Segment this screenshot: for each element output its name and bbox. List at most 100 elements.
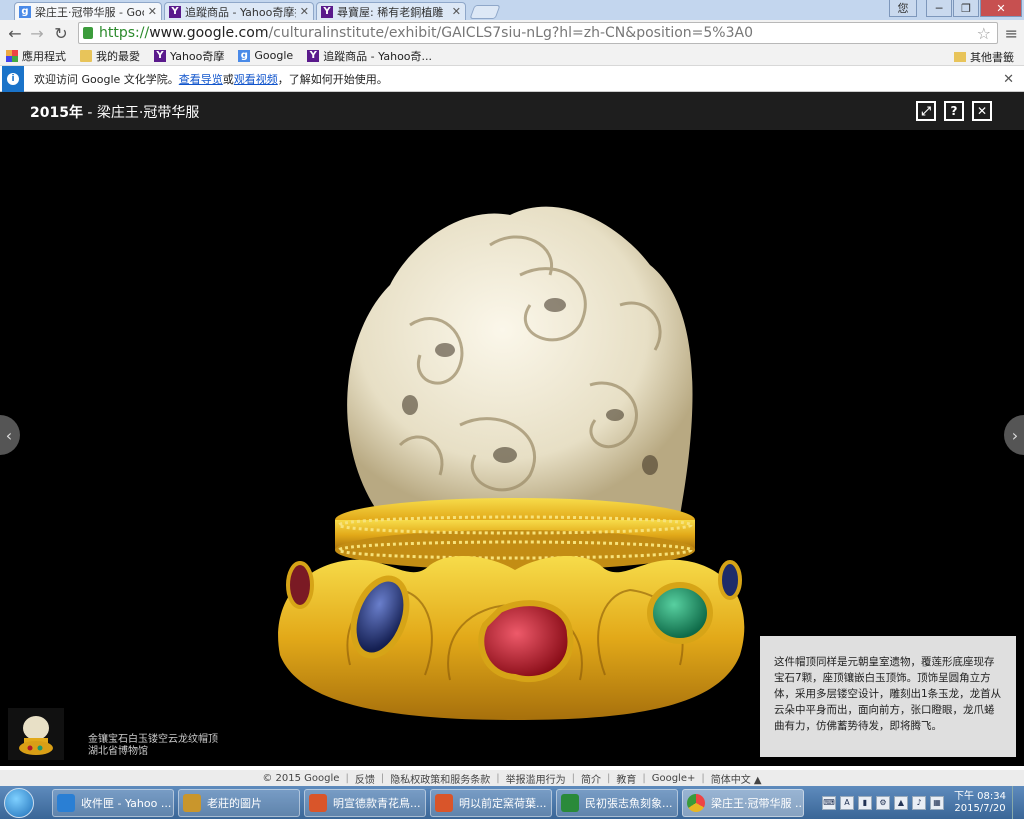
taskbar-item[interactable]: 梁庄王·冠带华服 ... (682, 789, 804, 817)
ie-icon (57, 794, 75, 812)
tray-expand-icon[interactable]: ▲ (894, 795, 908, 810)
taskbar-item[interactable]: 收件匣 - Yahoo ... (52, 789, 174, 817)
thumbnail-image (19, 716, 53, 755)
taskbar-item[interactable]: 老莊的圖片 (178, 789, 300, 817)
keyboard-icon[interactable]: ⌨ (822, 795, 836, 810)
back-arrow-icon[interactable]: ← (6, 24, 24, 43)
app-icon (561, 794, 579, 812)
language-icon[interactable]: A (840, 795, 854, 810)
tab-title: 追蹤商品 - Yahoo奇摩拍賣 (185, 5, 296, 19)
address-bar[interactable]: https:// www.google.com /culturalinstitu… (78, 22, 998, 44)
close-tab-icon[interactable]: ✕ (148, 5, 157, 18)
video-link[interactable]: 观看视频 (234, 71, 278, 87)
google-icon: g (238, 49, 251, 62)
description-panel: 这件帽顶同样是元朝皇室遗物，覆莲形底座现存宝石7颗，座顶镶嵌白玉顶饰。顶饰呈圆角… (760, 636, 1016, 757)
yahoo-icon: Y (154, 49, 166, 62)
window-controls: 您 ─ ❐ ✕ (889, 0, 1022, 17)
title-text: - 梁庄王·冠带华服 (82, 105, 200, 121)
bookmark-other[interactable]: 其他書籤 (954, 49, 1014, 65)
start-button[interactable] (4, 788, 34, 818)
tab-treasure[interactable]: Y 尋寶屋: 稀有老銅植雕《鹽 ✕ (316, 2, 466, 20)
caption-title: 金镶宝石白玉镂空云龙纹帽顶 (88, 734, 218, 745)
bookmark-google[interactable]: g Google (238, 49, 293, 62)
reload-icon[interactable]: ↻ (52, 24, 70, 43)
minimize-button[interactable]: ─ (926, 0, 952, 17)
maximize-button[interactable]: ❐ (953, 0, 979, 17)
infobar-suffix: ，了解如何开始使用。 (277, 72, 388, 86)
infobar-mid: 或 (222, 72, 234, 86)
page-title: 2015年 - 梁庄王·冠带华服 (30, 102, 199, 122)
close-viewer-icon[interactable]: ✕ (972, 101, 992, 121)
footer-abuse-link[interactable]: 举报滥用行为 (506, 771, 566, 786)
bookmark-label: 其他書籤 (970, 51, 1014, 64)
artwork-caption: 金镶宝石白玉镂空云龙纹帽顶 湖北省博物馆 (88, 734, 218, 758)
jade-carving (347, 206, 693, 515)
taskbar-label: 明以前定窯荷葉... (459, 797, 547, 810)
bookmark-yahoo-tracking[interactable]: Y 追蹤商品 - Yahoo奇... (307, 48, 432, 64)
bookmark-yahoo[interactable]: Y Yahoo奇摩 (154, 48, 224, 64)
new-tab-button[interactable] (469, 5, 501, 19)
tab-strip: g 梁庄王·冠带华服 - Google ✕ Y 追蹤商品 - Yahoo奇摩拍賣… (0, 0, 1024, 20)
yahoo-icon: Y (307, 49, 320, 62)
welcome-infobar: i 欢迎访问 Google 文化学院。 查看导览 或 观看视频 ，了解如何开始使… (0, 65, 1024, 92)
browser-toolbar: ← → ↻ https:// www.google.com /culturali… (0, 20, 1024, 46)
photo-viewer-icon (183, 794, 201, 812)
taskbar-item[interactable]: 明以前定窯荷葉... (430, 789, 552, 817)
google-icon: g (19, 5, 31, 18)
footer-language-select[interactable]: 简体中文 ▲ (711, 771, 762, 786)
bookmark-favorites[interactable]: 我的最愛 (80, 48, 140, 64)
show-desktop-button[interactable] (1012, 786, 1024, 819)
next-arrow-icon[interactable]: › (1004, 415, 1024, 455)
footer-feedback-link[interactable]: 反馈 (355, 771, 375, 786)
folder-icon (954, 52, 966, 62)
close-tab-icon[interactable]: ✕ (452, 5, 461, 18)
taskbar-label: 老莊的圖片 (207, 797, 262, 810)
tab-yahoo-tracking[interactable]: Y 追蹤商品 - Yahoo奇摩拍賣 ✕ (164, 2, 314, 20)
bookmark-label: Yahoo奇摩 (170, 49, 225, 63)
yahoo-icon: Y (321, 5, 333, 18)
volume-icon[interactable]: ♪ (912, 795, 926, 810)
url-host: www.google.com (149, 25, 269, 41)
thumbnail[interactable] (8, 708, 64, 760)
yahoo-icon: Y (169, 5, 181, 18)
taskbar-item[interactable]: 明宣德款青花鳥... (304, 789, 426, 817)
taskbar-label: 民初張志魚刻象... (585, 797, 673, 810)
footer-privacy-link[interactable]: 隐私权政策和服务条款 (390, 771, 490, 786)
lock-icon (83, 27, 93, 39)
close-icon[interactable]: ✕ (1003, 72, 1014, 87)
taskbar-label: 收件匣 - Yahoo ... (81, 797, 172, 810)
fullscreen-icon[interactable]: ⤢ (916, 101, 936, 121)
chrome-menu-icon[interactable]: ≡ (1005, 24, 1018, 43)
taskbar-item[interactable]: 民初張志魚刻象... (556, 789, 678, 817)
clock-date: 2015/7/20 (954, 802, 1006, 814)
bookmark-label: 應用程式 (22, 49, 66, 63)
tour-link[interactable]: 查看导览 (179, 71, 223, 87)
tab-google-culture[interactable]: g 梁庄王·冠带华服 - Google ✕ (14, 2, 162, 20)
turquoise-gem (647, 582, 713, 644)
ime-icon[interactable]: ▮ (858, 795, 872, 810)
sapphire-gem (718, 560, 742, 600)
profile-button[interactable]: 您 (889, 0, 917, 17)
system-clock[interactable]: 下午 08:34 2015/7/20 (954, 791, 1006, 815)
help-icon[interactable]: ? (944, 101, 964, 121)
app-icon (435, 794, 453, 812)
bookmark-star-icon[interactable]: ☆ (977, 24, 991, 43)
artwork-image (278, 206, 745, 720)
footer-about-link[interactable]: 简介 (581, 771, 601, 786)
bookmark-apps[interactable]: 應用程式 (6, 48, 66, 64)
previous-arrow-icon[interactable]: ‹ (0, 415, 20, 455)
footer-education-link[interactable]: 教育 (616, 771, 636, 786)
footer-googleplus-link[interactable]: Google+ (652, 773, 696, 784)
close-window-button[interactable]: ✕ (980, 0, 1022, 17)
system-tray: ⌨ A ▮ ⚙ ▲ ♪ ▦ 下午 08:34 2015/7/20 (822, 786, 1024, 819)
close-tab-icon[interactable]: ✕ (300, 5, 309, 18)
app-icon (309, 794, 327, 812)
apps-grid-icon (6, 49, 18, 62)
network-icon[interactable]: ▦ (930, 795, 944, 810)
settings-icon[interactable]: ⚙ (876, 795, 890, 810)
infobar-prefix: 欢迎访问 Google 文化学院。 (34, 72, 179, 86)
forward-arrow-icon[interactable]: → (28, 24, 46, 43)
tab-title: 尋寶屋: 稀有老銅植雕《鹽 (337, 5, 448, 19)
taskbar-label: 明宣德款青花鳥... (333, 797, 421, 810)
folder-icon (80, 49, 92, 62)
